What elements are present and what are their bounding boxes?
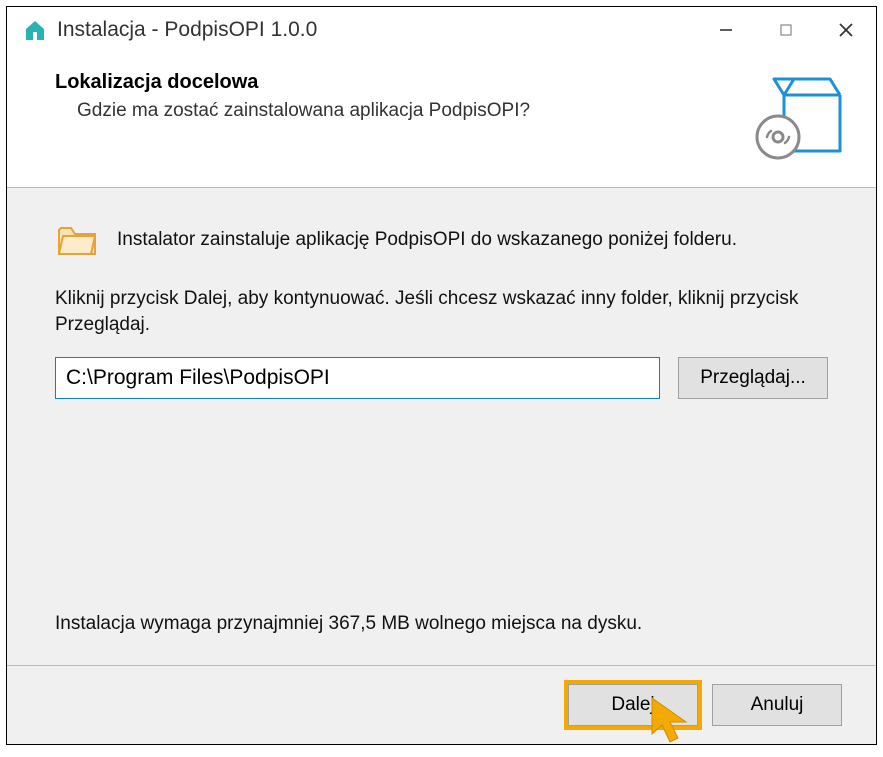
close-button[interactable] bbox=[816, 7, 876, 53]
next-button[interactable]: Dalej bbox=[568, 684, 698, 726]
browse-button[interactable]: Przeglądaj... bbox=[678, 357, 828, 399]
path-row: Przeglądaj... bbox=[55, 357, 828, 399]
page-subtitle: Gdzie ma zostać zainstalowana aplikacja … bbox=[55, 100, 750, 122]
box-disc-icon bbox=[750, 71, 846, 167]
maximize-button[interactable] bbox=[756, 7, 816, 53]
page-title: Lokalizacja docelowa bbox=[55, 71, 750, 94]
titlebar: Instalacja - PodpisOPI 1.0.0 bbox=[7, 7, 876, 53]
wizard-header: Lokalizacja docelowa Gdzie ma zostać zai… bbox=[7, 53, 876, 188]
disk-space-text: Instalacja wymaga przynajmniej 367,5 MB … bbox=[55, 613, 828, 645]
minimize-button[interactable] bbox=[696, 7, 756, 53]
app-icon bbox=[21, 16, 49, 44]
window-title: Instalacja - PodpisOPI 1.0.0 bbox=[57, 18, 696, 42]
cancel-button[interactable]: Anuluj bbox=[712, 684, 842, 726]
installer-window: Instalacja - PodpisOPI 1.0.0 Lokalizacja… bbox=[6, 6, 877, 745]
wizard-footer: Dalej Anuluj bbox=[7, 666, 876, 744]
instruction-text: Kliknij przycisk Dalej, aby kontynuować.… bbox=[55, 286, 828, 337]
intro-text: Instalator zainstaluje aplikację PodpisO… bbox=[117, 229, 737, 251]
install-path-input[interactable] bbox=[55, 357, 660, 399]
folder-icon bbox=[55, 218, 99, 262]
intro-row: Instalator zainstaluje aplikację PodpisO… bbox=[55, 218, 828, 262]
wizard-body: Instalator zainstaluje aplikację PodpisO… bbox=[7, 188, 876, 666]
window-controls bbox=[696, 7, 876, 53]
wizard-header-text: Lokalizacja docelowa Gdzie ma zostać zai… bbox=[55, 71, 750, 122]
